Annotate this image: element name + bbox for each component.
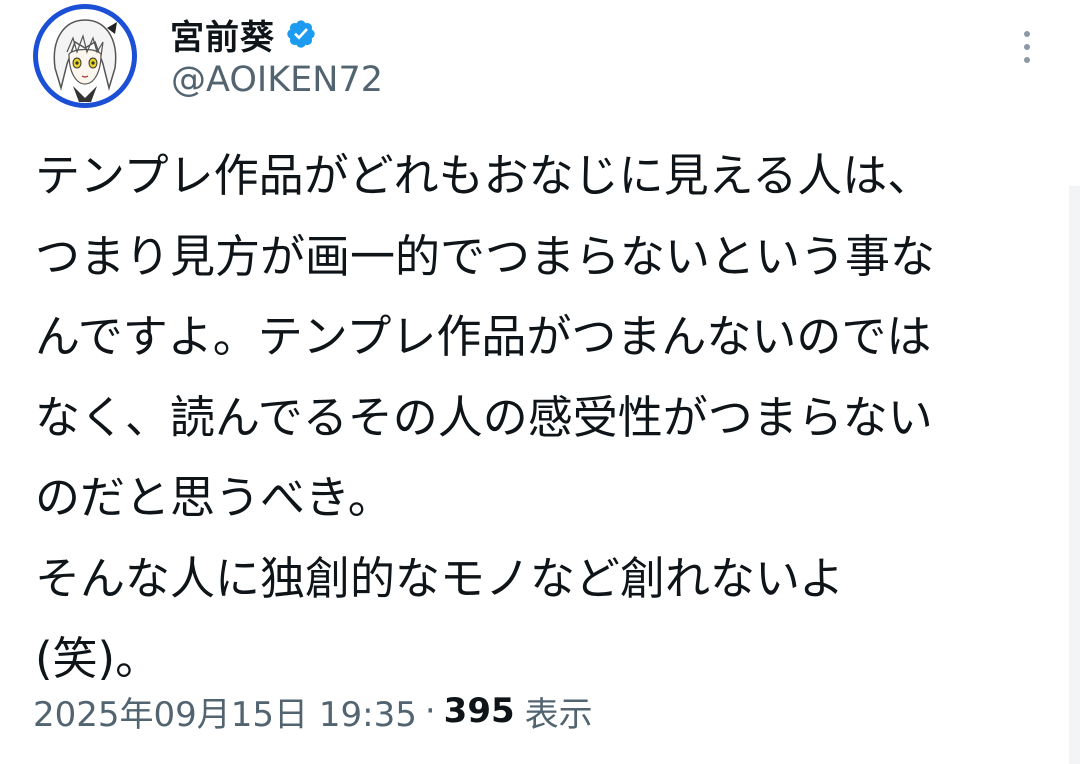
tweet-text-line: んですよ。テンプレ作品がつまんないのでは bbox=[35, 310, 932, 363]
tweet-text-line: つまり見方が画一的でつまらないという事な bbox=[35, 229, 936, 283]
more-vertical-icon-dot bbox=[1024, 57, 1030, 63]
tweet-text: テンプレ作品がどれもおなじに見える人は、 つまり見方が画一的でつまらないという事… bbox=[35, 136, 1045, 700]
verified-badge-icon[interactable] bbox=[285, 18, 317, 50]
avatar-illustration bbox=[38, 9, 132, 103]
tweet-meta: 2025年09月15日 19:35 · 395 表示 bbox=[33, 686, 593, 736]
meta-separator: · bbox=[424, 691, 436, 731]
more-vertical-icon bbox=[1024, 31, 1030, 37]
author-handle[interactable]: @AOIKEN72 bbox=[171, 60, 383, 100]
scrollbar[interactable] bbox=[1069, 186, 1080, 764]
views-count: 395 bbox=[443, 691, 515, 731]
display-name[interactable]: 宮前葵 bbox=[170, 10, 275, 59]
more-options-button[interactable] bbox=[1010, 22, 1044, 72]
tweet-text-line: のだと思うべき。 bbox=[35, 471, 393, 524]
tweet-text-line: なく、読んでるその人の感受性がつまらない bbox=[35, 390, 933, 444]
avatar[interactable] bbox=[33, 4, 137, 108]
tweet-text-line: テンプレ作品がどれもおなじに見える人は、 bbox=[35, 149, 933, 202]
more-vertical-icon-dot bbox=[1024, 44, 1030, 50]
tweet-timestamp[interactable]: 2025年09月15日 19:35 bbox=[33, 687, 417, 736]
views-label: 表示 bbox=[524, 694, 593, 735]
author-row: 宮前葵 bbox=[170, 6, 317, 62]
tweet: 宮前葵 @AOIKEN72 テンプレ作品がどれもおなじに見える人は、 つまり見方… bbox=[0, 0, 1080, 764]
tweet-text-line: そんな人に独創的なモノなど創れないよ bbox=[35, 551, 845, 605]
